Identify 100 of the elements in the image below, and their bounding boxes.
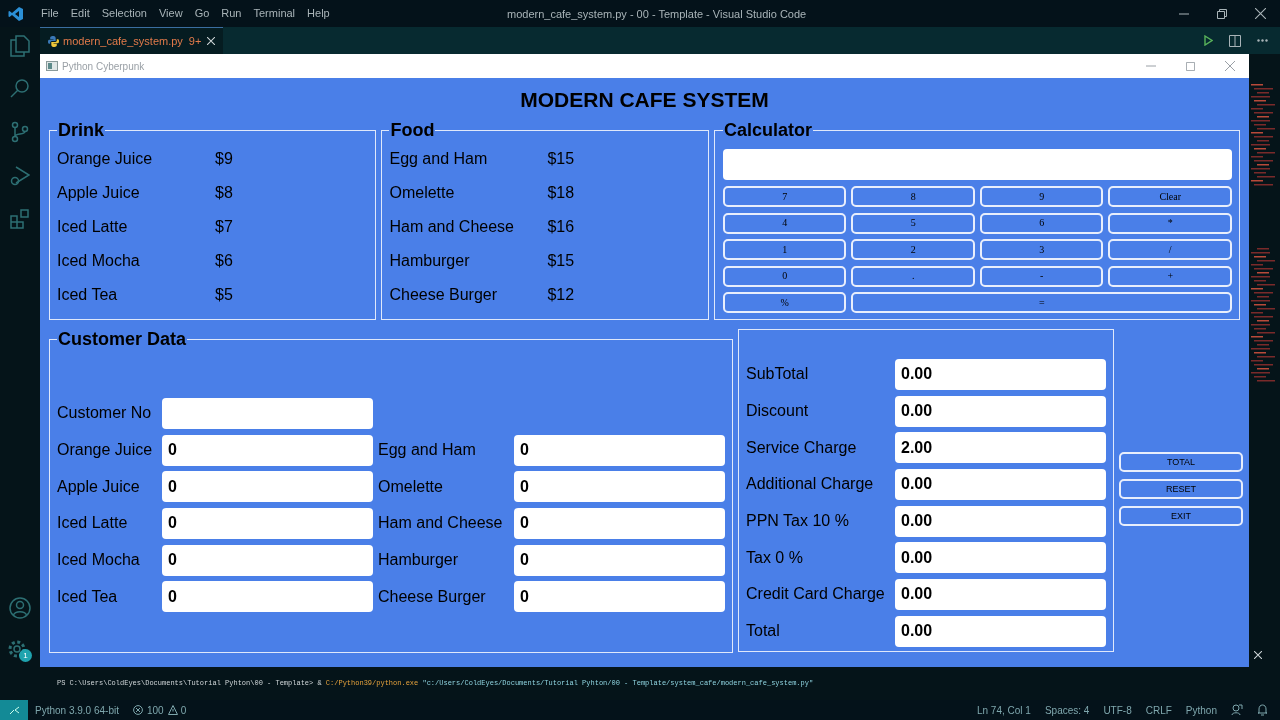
calculator-key[interactable]: Clear (1108, 186, 1232, 207)
quantity-field[interactable]: 0 (162, 471, 373, 503)
remote-button[interactable] (0, 700, 28, 720)
amount-field[interactable]: 0.00 (895, 578, 1106, 610)
settings-icon[interactable] (7, 639, 27, 659)
action-button[interactable]: EXIT (1119, 506, 1243, 526)
field-label: Iced Tea (57, 586, 119, 607)
field-label: Service Charge (746, 437, 858, 458)
error-icon[interactable] (132, 705, 143, 715)
status-item[interactable]: UTF-8 (1103, 702, 1132, 718)
calculator-key[interactable]: 6 (979, 212, 1104, 234)
maximize-icon[interactable] (1186, 61, 1195, 71)
menu-item[interactable]: Help (301, 5, 336, 22)
files-icon[interactable] (10, 35, 30, 57)
calculator-key[interactable]: 1 (722, 239, 847, 261)
customer-no-field[interactable] (162, 397, 373, 429)
calculator-key[interactable]: . (851, 265, 975, 287)
menu-item[interactable]: Run (215, 5, 248, 22)
calculator-key[interactable]: - (979, 265, 1104, 287)
status-item[interactable]: Ln 74, Col 1 (976, 702, 1031, 718)
item-name: Omelette (389, 183, 456, 203)
account-icon[interactable] (9, 597, 31, 619)
amount-field[interactable]: 0.00 (895, 395, 1106, 427)
calculator-key[interactable]: 8 (851, 186, 975, 207)
menu-item[interactable]: Go (188, 5, 216, 22)
amount-field[interactable]: 0.00 (895, 542, 1106, 574)
run-icon[interactable] (1204, 35, 1213, 46)
field-label: Orange Juice (57, 440, 154, 461)
action-button[interactable]: RESET (1119, 479, 1243, 499)
item-name: Egg and Ham (389, 149, 489, 169)
quantity-field[interactable]: 0 (162, 544, 373, 576)
bell-icon[interactable] (1257, 704, 1268, 716)
amount-field[interactable]: 0.00 (895, 615, 1106, 647)
menu-item[interactable]: Selection (95, 5, 153, 22)
field-label: Customer No (57, 403, 153, 424)
amount-field[interactable]: 2.00 (895, 432, 1106, 464)
interpreter-status[interactable]: Python 3.9.0 64-bit (35, 702, 119, 718)
source-control-icon[interactable] (11, 121, 29, 143)
close-tab-icon[interactable] (207, 37, 216, 45)
item-name: Apple Juice (57, 183, 141, 203)
calculator-key[interactable]: 9 (979, 186, 1104, 207)
item-name: Cheese Burger (389, 285, 499, 305)
item-price: $9 (215, 149, 233, 169)
calculator-key[interactable]: 2 (851, 239, 975, 261)
calculator-key[interactable]: 3 (979, 239, 1104, 261)
amount-field[interactable]: 0.00 (895, 468, 1106, 500)
status-item[interactable]: Python (1185, 702, 1217, 718)
field-label: Credit Card Charge (746, 584, 886, 605)
more-icon[interactable] (1257, 39, 1268, 42)
restore-icon[interactable] (1217, 8, 1227, 19)
close-icon[interactable] (1255, 8, 1266, 19)
calculator-key[interactable]: 7 (722, 186, 847, 207)
error-count[interactable]: 100 (146, 702, 164, 718)
field-label: Additional Charge (746, 474, 875, 495)
calculator-key[interactable]: 5 (851, 212, 975, 234)
remote-icon (8, 705, 20, 715)
run-debug-icon[interactable] (10, 165, 30, 187)
quantity-field[interactable]: 0 (514, 471, 725, 503)
menu-item[interactable]: Terminal (247, 5, 302, 22)
feedback-icon[interactable] (1231, 704, 1243, 716)
quantity-field[interactable]: 0 (514, 544, 725, 576)
calculator-key[interactable]: 4 (722, 212, 847, 234)
calculator-key[interactable]: = (851, 292, 1232, 314)
close-panel-icon[interactable] (1254, 651, 1262, 659)
editor-tab[interactable]: modern_cafe_system.py 9+ (40, 27, 224, 54)
status-item[interactable]: Spaces: 4 (1044, 702, 1090, 718)
quantity-field[interactable]: 0 (162, 581, 373, 613)
item-price: $7 (215, 217, 233, 237)
quantity-field[interactable]: 0 (514, 434, 725, 466)
search-icon[interactable] (10, 78, 30, 98)
split-editor-icon[interactable] (1229, 34, 1241, 47)
status-item[interactable]: CRLF (1145, 702, 1172, 718)
warning-count[interactable]: 0 (180, 702, 187, 718)
app-heading: MODERN CAFE SYSTEM (520, 87, 769, 114)
calculator-key[interactable]: / (1108, 239, 1232, 261)
calculator-key[interactable]: * (1108, 212, 1232, 234)
item-price: $8 (215, 183, 233, 203)
extensions-icon[interactable] (10, 209, 30, 229)
item-price: $12 (547, 285, 575, 305)
item-price: $15 (547, 251, 575, 271)
python-file-icon (48, 35, 59, 47)
field-label: Omelette (378, 476, 444, 497)
calculator-key[interactable]: 0 (722, 265, 847, 287)
item-name: Iced Mocha (57, 251, 141, 271)
menu-item[interactable]: Edit (64, 5, 96, 22)
item-price: $5 (215, 285, 233, 305)
calculator-key[interactable]: + (1108, 265, 1232, 287)
app-window-icon (46, 61, 58, 71)
warning-icon[interactable] (167, 705, 178, 715)
field-label: Iced Latte (57, 513, 129, 534)
menu-item[interactable]: View (152, 5, 189, 22)
menu-item[interactable]: File (35, 5, 65, 22)
quantity-field[interactable]: 0 (514, 581, 725, 613)
action-button[interactable]: TOTAL (1119, 452, 1243, 472)
quantity-field[interactable]: 0 (514, 507, 725, 539)
quantity-field[interactable]: 0 (162, 434, 373, 466)
calculator-key[interactable]: % (722, 292, 847, 314)
amount-field[interactable]: 0.00 (895, 505, 1106, 537)
amount-field[interactable]: 0.00 (895, 358, 1106, 390)
quantity-field[interactable]: 0 (162, 507, 373, 539)
